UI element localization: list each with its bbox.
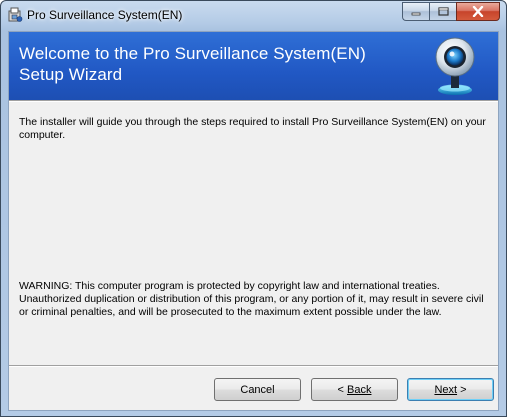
window-controls xyxy=(402,2,500,21)
wizard-banner: Welcome to the Pro Surveillance System(E… xyxy=(9,32,498,100)
setup-window: Pro Surveillance System(EN) Welcome to t… xyxy=(0,0,507,417)
back-button-label: Back xyxy=(347,383,372,396)
maximize-icon xyxy=(437,7,449,16)
minimize-button[interactable] xyxy=(402,2,429,21)
wizard-heading: Welcome to the Pro Surveillance System(E… xyxy=(19,44,366,84)
cancel-button-label: Cancel xyxy=(240,383,275,396)
window-title: Pro Surveillance System(EN) xyxy=(27,8,183,22)
webcam-icon xyxy=(435,37,475,95)
back-arrow-glyph: < xyxy=(337,383,344,396)
next-arrow-glyph: > xyxy=(460,383,467,396)
banner-divider xyxy=(9,100,498,102)
footer-divider xyxy=(9,365,498,367)
title-bar[interactable]: Pro Surveillance System(EN) xyxy=(1,1,506,31)
next-button[interactable]: Next > xyxy=(407,378,494,401)
minimize-icon xyxy=(411,12,420,15)
installer-app-icon xyxy=(8,7,23,22)
back-button[interactable]: < Back xyxy=(311,378,398,401)
copyright-warning-text: WARNING: This computer program is protec… xyxy=(19,280,484,318)
next-button-label: Next xyxy=(434,383,458,396)
close-icon xyxy=(472,6,484,17)
close-button[interactable] xyxy=(456,2,500,21)
wizard-client-area: Welcome to the Pro Surveillance System(E… xyxy=(8,31,499,411)
maximize-button[interactable] xyxy=(429,2,456,21)
cancel-button[interactable]: Cancel xyxy=(214,378,301,401)
intro-text: The installer will guide you through the… xyxy=(19,116,486,141)
